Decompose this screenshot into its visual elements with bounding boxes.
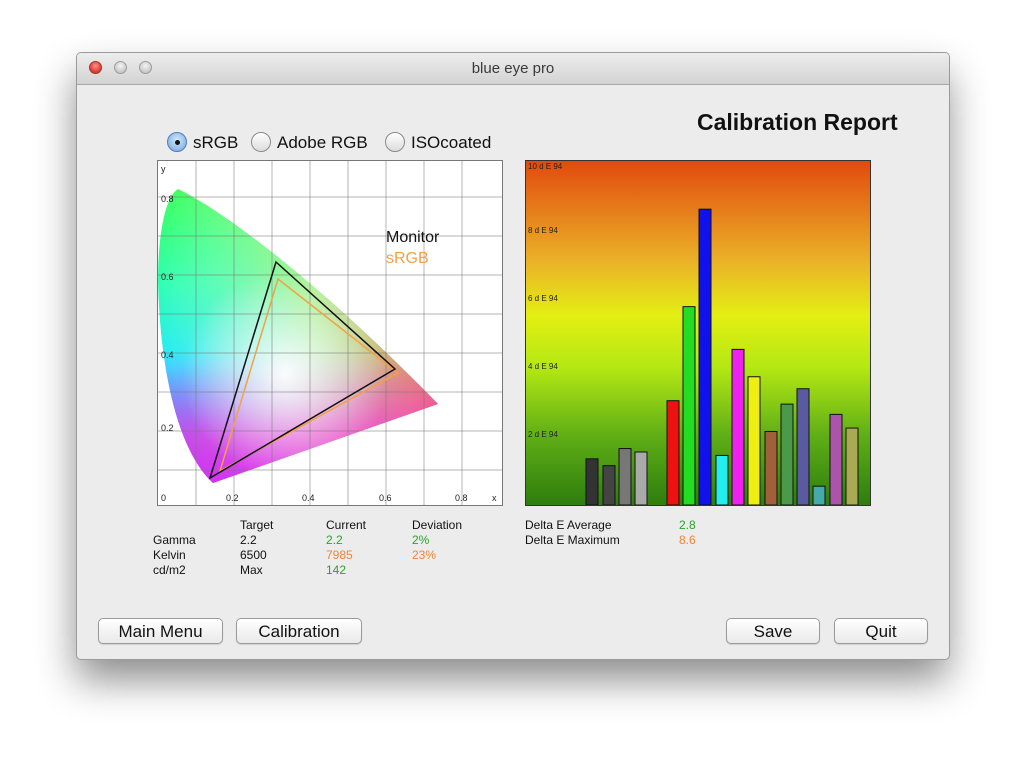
kelvin-target: 6500 xyxy=(240,548,267,562)
delta-e-chart-svg: 10 d E 94 8 d E 94 6 d E 94 4 d E 94 2 d… xyxy=(526,161,870,506)
delta-e-bar xyxy=(585,458,599,506)
delta-e-bar xyxy=(682,306,696,506)
delta-e-bar xyxy=(829,413,843,506)
delta-e-bar xyxy=(780,403,794,506)
kelvin-deviation: 23% xyxy=(412,548,437,562)
x-tick-label: 0 xyxy=(161,493,166,503)
gamma-current: 2.2 xyxy=(326,533,343,547)
radio-label: sRGB xyxy=(193,133,239,152)
legend-monitor: Monitor xyxy=(386,229,440,246)
delta-e-bar xyxy=(796,388,810,506)
x-tick-label: 0.6 xyxy=(379,493,392,503)
delta-e-bar xyxy=(698,208,712,506)
y-tick-label: 2 d E 94 xyxy=(528,430,558,439)
chart-background xyxy=(526,161,870,505)
luminance-current: 142 xyxy=(326,563,347,577)
y-tick-label: 10 d E 94 xyxy=(528,162,563,171)
delta-e-bar xyxy=(634,451,648,506)
legend-srgb: sRGB xyxy=(386,250,429,267)
y-tick-label: 8 d E 94 xyxy=(528,226,558,235)
x-tick-label: 0.8 xyxy=(455,493,468,503)
delta-e-bar xyxy=(731,348,745,506)
row-label-luminance: cd/m2 xyxy=(153,563,186,577)
report-title: Calibration Report xyxy=(697,109,898,135)
row-label-gamma: Gamma xyxy=(153,533,196,547)
main-menu-button[interactable]: Main Menu xyxy=(98,618,223,644)
quit-button[interactable]: Quit xyxy=(834,618,928,644)
delta-e-bar xyxy=(618,448,632,506)
radio-label: Adobe RGB xyxy=(277,133,368,152)
y-tick-label: 0.6 xyxy=(161,272,174,282)
calibration-button[interactable]: Calibration xyxy=(236,618,362,644)
y-tick-label: 6 d E 94 xyxy=(528,294,558,303)
delta-e-average-value: 2.8 xyxy=(679,518,696,532)
delta-e-bar xyxy=(845,427,859,506)
delta-e-bar xyxy=(602,465,616,506)
x-tick-label: 0.4 xyxy=(302,493,315,503)
row-label-kelvin: Kelvin xyxy=(153,548,186,562)
delta-e-bar xyxy=(666,400,680,506)
cie-diagram-svg: y x 0.8 0.6 0.4 0.2 0 0.2 0.4 0.6 0.8 Mo… xyxy=(158,161,502,505)
luminance-target: Max xyxy=(240,563,263,577)
delta-e-maximum-label: Delta E Maximum xyxy=(525,533,620,547)
delta-e-maximum-value: 8.6 xyxy=(679,533,696,547)
cie-diagram: y x 0.8 0.6 0.4 0.2 0 0.2 0.4 0.6 0.8 Mo… xyxy=(157,160,503,506)
kelvin-current: 7985 xyxy=(326,548,353,562)
y-tick-label: 0.2 xyxy=(161,423,174,433)
radio-button[interactable] xyxy=(251,132,271,152)
title-bar[interactable]: blue eye pro xyxy=(77,53,949,85)
delta-e-bar xyxy=(747,376,761,506)
delta-e-bar xyxy=(764,430,778,506)
radio-label: ISOcoated xyxy=(411,133,492,152)
y-tick-label: 0.4 xyxy=(161,350,174,360)
column-header-current: Current xyxy=(326,518,367,532)
radio-button-selected[interactable] xyxy=(167,132,187,152)
y-tick-label: 4 d E 94 xyxy=(528,362,558,371)
y-tick-label: 0.8 xyxy=(161,194,174,204)
y-axis-label: y xyxy=(161,164,166,174)
main-content: sRGB Adobe RGB ISOcoated Calibration Rep… xyxy=(77,85,949,659)
gamma-deviation: 2% xyxy=(412,533,430,547)
save-button[interactable]: Save xyxy=(726,618,820,644)
x-axis-label: x xyxy=(492,493,497,503)
column-header-target: Target xyxy=(240,518,274,532)
delta-e-chart: 10 d E 94 8 d E 94 6 d E 94 4 d E 94 2 d… xyxy=(525,160,871,506)
app-window: blue eye pro sRGB Adobe RGB ISOcoated Ca… xyxy=(76,52,950,660)
delta-e-bar xyxy=(812,485,826,506)
gamma-target: 2.2 xyxy=(240,533,257,547)
x-tick-label: 0.2 xyxy=(226,493,239,503)
window-title: blue eye pro xyxy=(471,60,555,77)
radio-button[interactable] xyxy=(385,132,405,152)
delta-e-average-label: Delta E Average xyxy=(525,518,612,532)
column-header-deviation: Deviation xyxy=(412,518,463,532)
delta-e-bar xyxy=(715,454,729,506)
